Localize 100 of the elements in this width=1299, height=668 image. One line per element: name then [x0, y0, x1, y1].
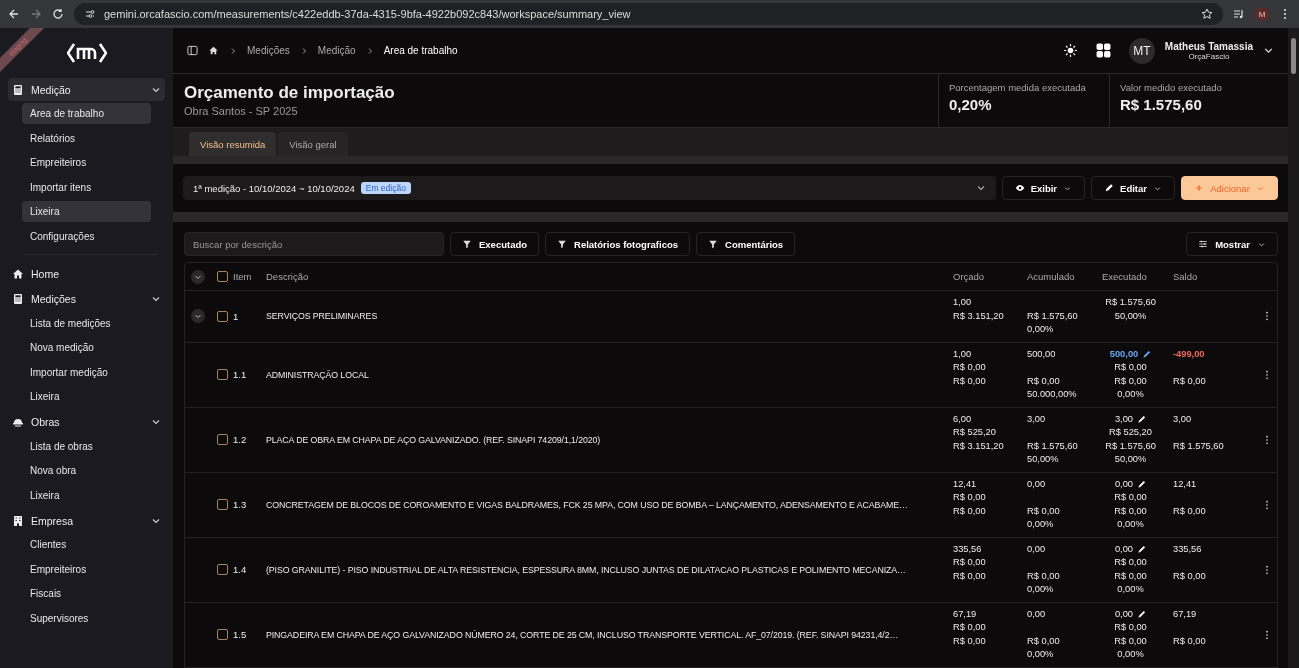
sidebar-item[interactable]: Medição [8, 78, 165, 101]
table-cell: R$ 0,00 [953, 504, 986, 518]
pencil-icon[interactable] [1137, 609, 1147, 619]
table-cell: R$ 0,00 [1027, 634, 1060, 648]
row-checkbox[interactable] [217, 564, 228, 575]
sun-icon[interactable] [1062, 43, 1078, 58]
tab[interactable]: Visão geral [278, 132, 348, 156]
table-cell: R$ 0,00 [1114, 504, 1147, 518]
sidebar-subitem[interactable]: Empreiteiros [22, 558, 151, 580]
apps-grid-icon[interactable] [1095, 43, 1111, 58]
address-bar[interactable]: gemini.orcafascio.com/measurements/c422eddb-37da-4315-9bfa-4922b092c843/workspace/summary_view [74, 3, 1223, 25]
table-cell: R$ 0,00 [1173, 634, 1206, 648]
pencil-icon[interactable] [1137, 479, 1147, 489]
site-info-icon[interactable] [84, 8, 96, 20]
sidebar-subitem[interactable]: Lista de medições [22, 312, 151, 334]
pencil-icon[interactable] [1137, 544, 1147, 554]
sidebar-subitem[interactable]: Importar itens [22, 176, 151, 198]
sidebar-subitem[interactable]: Lista de obras [22, 435, 151, 457]
item-number: 1.3 [233, 499, 248, 510]
show-columns-button[interactable]: Mostrar [1186, 232, 1278, 256]
sidebar-subitem[interactable]: Configurações [22, 225, 151, 247]
more-icon[interactable] [1265, 311, 1269, 322]
item-number: 1.1 [233, 369, 248, 380]
sidebar-item[interactable]: Empresa [8, 509, 165, 532]
table-cell: 12,41 [953, 477, 977, 491]
sidebar-subitem[interactable]: Lixeira [22, 484, 151, 506]
media-icon[interactable] [1233, 8, 1245, 20]
sidebar-item[interactable]: Home [8, 262, 165, 286]
forward-icon[interactable] [30, 8, 42, 20]
more-icon[interactable] [1265, 369, 1269, 380]
item-description: ADMINISTRAÇÃO LOCAL [266, 368, 370, 381]
more-icon[interactable] [1265, 434, 1269, 445]
row-checkbox[interactable] [217, 310, 228, 322]
stat-label: Valor medido executado [1120, 82, 1223, 93]
column-header: Orçado [953, 271, 986, 282]
sidebar-subitem[interactable]: Empreiteiros [22, 152, 151, 173]
sidebar-subitem[interactable]: Lixeira [22, 386, 151, 407]
breadcrumb-link[interactable]: Medição [317, 45, 356, 56]
edit-button[interactable]: Editar [1091, 176, 1175, 200]
item-description: PINGADEIRA EM CHAPA DE AÇO GALVANIZADO NÚMERO 24, CORTE DE 25 CM, INCLUSO TRANSPORTE VERTICAL. AF_07/2019. (REF. SINAPI 94231,4/2… [266, 628, 900, 641]
table-cell-text: R$ 525,20 [953, 426, 996, 439]
table-cell-text: 0,00% [1027, 648, 1054, 661]
stat-value: R$ 1.575,60 [1120, 96, 1203, 113]
logo-icon [66, 41, 107, 65]
table-cell-text: R$ 0,00 [953, 556, 986, 569]
measurement-select[interactable]: 1ª medição - 10/10/2024 ~ 10/10/2024 Em edição [183, 176, 996, 200]
home-icon[interactable] [208, 45, 219, 56]
table-cell: R$ 0,00 [953, 374, 986, 388]
building-icon [12, 514, 24, 527]
table-cell: 67,19 [1173, 607, 1197, 621]
status-badge: Em edição [360, 182, 411, 194]
search-field[interactable]: Buscar por descrição [184, 232, 444, 256]
back-icon[interactable] [8, 8, 20, 20]
plus-icon [1194, 183, 1205, 193]
sidebar-subitem[interactable]: Fiscais [22, 583, 151, 604]
table-cell: 500,00 [1109, 347, 1139, 361]
filter-icon [708, 239, 719, 249]
row-checkbox[interactable] [217, 434, 228, 445]
table-cell-text: 0,00% [1027, 323, 1054, 336]
filter-button[interactable]: Comentários [696, 232, 796, 256]
expand-button[interactable] [191, 309, 205, 324]
table-cell: 12,41 [1173, 477, 1197, 491]
expand-all-button[interactable] [191, 269, 205, 284]
view-button[interactable]: Exibir [1001, 176, 1086, 200]
row-checkbox[interactable] [217, 629, 228, 640]
more-icon[interactable] [1265, 499, 1269, 510]
more-icon[interactable] [1265, 564, 1269, 575]
column-header: Acumulado [1027, 271, 1076, 282]
sidebar-subitem[interactable]: Relatórios [22, 127, 151, 149]
scrollbar-thumb[interactable] [1291, 38, 1296, 74]
sidebar-subitem[interactable]: Nova obra [22, 460, 151, 481]
sidebar-subitem[interactable]: Importar medição [22, 361, 151, 383]
sidebar-subitem[interactable]: Nova medição [22, 337, 151, 358]
filter-button[interactable]: Executado [450, 232, 540, 256]
sidebar-subitem[interactable]: Area de trabalho [22, 103, 151, 124]
filter-button[interactable]: Relatórios fotograficos [545, 232, 691, 256]
row-checkbox[interactable] [217, 499, 228, 510]
item-number: 1 [233, 310, 240, 322]
sidebar-item[interactable]: Obras [8, 410, 165, 434]
user-avatar[interactable]: MT [1128, 37, 1155, 64]
row-checkbox[interactable] [217, 369, 228, 380]
star-icon[interactable] [1201, 8, 1213, 20]
table-cell: R$ 1.575,60 [1027, 309, 1078, 323]
reload-icon[interactable] [52, 8, 64, 20]
table-cell: 0,00 [1114, 542, 1134, 556]
item-number: 1.4 [233, 564, 248, 575]
sidebar-subitem[interactable]: Clientes [22, 534, 151, 555]
pencil-icon[interactable] [1142, 349, 1152, 359]
tab[interactable]: Visão resumida [189, 132, 277, 156]
column-header: Saldo [1173, 271, 1199, 282]
select-all-checkbox[interactable] [217, 271, 228, 282]
sidebar-item[interactable]: Medições [8, 287, 165, 311]
breadcrumb-link[interactable]: Medições [247, 45, 290, 56]
more-icon[interactable] [1265, 629, 1269, 640]
sidebar-subitem[interactable]: Lixeira [22, 201, 151, 222]
pencil-icon[interactable] [1137, 414, 1147, 424]
sidebar-toggle-icon[interactable] [187, 45, 198, 56]
filter-icon [462, 239, 472, 249]
profile-avatar[interactable]: M [1255, 7, 1269, 21]
sidebar-subitem[interactable]: Supervisores [22, 607, 151, 629]
